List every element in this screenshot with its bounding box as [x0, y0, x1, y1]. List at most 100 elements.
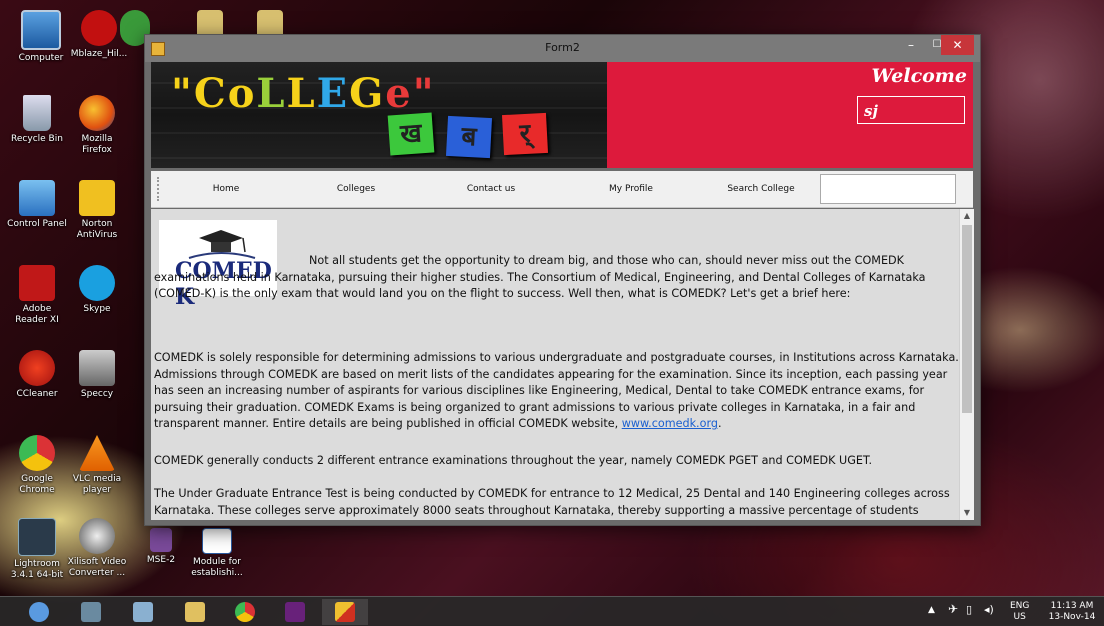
- archive-icon: [150, 528, 172, 552]
- paragraph-about: COMEDK is solely responsible for determi…: [154, 350, 959, 433]
- taskbar-visual-studio[interactable]: [272, 599, 318, 625]
- recycle-bin-icon: [23, 95, 51, 131]
- computer-icon: [21, 10, 61, 50]
- taskbar-search-app[interactable]: [16, 599, 62, 625]
- desktop-icon-computer[interactable]: Computer: [10, 10, 72, 64]
- comedk-website-link[interactable]: www.comedk.org: [622, 417, 718, 430]
- skype-icon: [79, 265, 115, 301]
- paragraph-intro: Not all students get the opportunity to …: [154, 254, 926, 300]
- desktop-icon-label: Computer: [18, 53, 64, 63]
- volume-icon[interactable]: ◂): [984, 604, 994, 615]
- scroll-up-arrow-icon[interactable]: ▲: [960, 209, 974, 223]
- desktop-icon-norton[interactable]: Norton AntiVirus: [66, 180, 128, 241]
- menu-item-home[interactable]: Home: [181, 171, 271, 207]
- taskbar-calculator-app[interactable]: [120, 599, 166, 625]
- desktop-icon-label: Xilisoft Video Converter ...: [67, 557, 127, 578]
- adobe-reader-icon: [19, 265, 55, 301]
- window-title: Form2: [545, 41, 580, 54]
- visual-studio-icon: [285, 602, 305, 622]
- menu-item-search-college[interactable]: Search College: [711, 171, 811, 207]
- paragraph-about-text: COMEDK is solely responsible for determi…: [154, 351, 959, 430]
- menu-item-contact-us[interactable]: Contact us: [441, 171, 541, 207]
- airplane-mode-icon[interactable]: ✈: [948, 603, 958, 615]
- search-college-input[interactable]: [820, 174, 956, 204]
- taskbar-chrome[interactable]: [222, 599, 268, 625]
- clock-date: 13-Nov-14: [1048, 612, 1096, 622]
- desktop-icon-label: Control Panel: [7, 219, 67, 229]
- chrome-icon: [235, 602, 255, 622]
- language-indicator[interactable]: ENG US: [1010, 601, 1029, 623]
- taskbar: ▲ ✈ ▯ ◂) ENG US 11:13 AM 13-Nov-14: [0, 596, 1104, 626]
- desktop-icon-firefox[interactable]: Mozilla Firefox: [66, 95, 128, 156]
- speccy-icon: [79, 350, 115, 386]
- paragraph-uget: The Under Graduate Entrance Test is bein…: [154, 487, 950, 517]
- header-banner: "CoLLEGe" ख ब र् Welcome sj: [151, 62, 973, 168]
- chrome-icon: [19, 435, 55, 471]
- desktop-icon-xilisoft[interactable]: Xilisoft Video Converter ...: [66, 518, 128, 579]
- folder-icon: [185, 602, 205, 622]
- clock-time: 11:13 AM: [1050, 601, 1094, 611]
- desktop-icon-ccleaner[interactable]: CCleaner: [6, 350, 68, 400]
- form-app-icon: [335, 602, 355, 622]
- desktop-icon-skype[interactable]: Skype: [66, 265, 128, 315]
- desktop-icon-label: Mozilla Firefox: [81, 134, 113, 155]
- pictures-icon: [81, 602, 101, 622]
- desktop-icon-recycle-bin[interactable]: Recycle Bin: [6, 95, 68, 145]
- menu-grip: [157, 177, 161, 201]
- desktop-icon-label: Adobe Reader XI: [15, 304, 59, 325]
- window-title-bar[interactable]: Form2 – ☐ ✕: [145, 35, 980, 62]
- paragraph-about-end: .: [717, 417, 722, 430]
- ccleaner-icon: [19, 350, 55, 386]
- mblaze-icon: [81, 10, 117, 46]
- scrollbar-thumb[interactable]: [962, 225, 972, 413]
- desktop-icon-chrome[interactable]: Google Chrome: [6, 435, 68, 496]
- lightroom-icon: [18, 518, 56, 556]
- taskbar-form2-app[interactable]: [322, 599, 368, 625]
- scroll-down-arrow-icon[interactable]: ▼: [960, 506, 974, 520]
- close-button[interactable]: ✕: [941, 35, 974, 55]
- desktop-icon-lightroom[interactable]: Lightroom 3.4.1 64-bit: [6, 518, 68, 581]
- username-display: sj: [857, 96, 965, 124]
- hindi-letter-2: ब: [445, 115, 493, 159]
- hindi-letter-3: र्: [501, 112, 549, 156]
- desktop-icon-module-doc[interactable]: Module for establishi...: [186, 528, 248, 579]
- desktop-icon-label: Google Chrome: [19, 474, 55, 495]
- desktop-icon-mse2[interactable]: MSE-2: [130, 528, 192, 566]
- magnifier-icon: [29, 602, 49, 622]
- desktop-icon-label: CCleaner: [16, 389, 58, 399]
- desktop-icon-label: Recycle Bin: [11, 134, 63, 144]
- norton-icon: [79, 180, 115, 216]
- taskbar-file-explorer[interactable]: [172, 599, 218, 625]
- desktop-icon-vlc[interactable]: VLC media player: [66, 435, 128, 496]
- firefox-icon: [79, 95, 115, 131]
- welcome-panel: Welcome sj: [607, 62, 973, 168]
- region-code: US: [1013, 612, 1026, 622]
- word-document-icon: [202, 528, 232, 554]
- minimize-button[interactable]: –: [897, 35, 925, 55]
- desktop-icon-label: Norton AntiVirus: [76, 219, 118, 240]
- menu-item-my-profile[interactable]: My Profile: [581, 171, 681, 207]
- college-logo-text: "CoLLEGe": [171, 70, 436, 117]
- language-code: ENG: [1010, 601, 1030, 611]
- hindi-letter-1: ख: [387, 112, 435, 156]
- taskbar-pictures-app[interactable]: [68, 599, 114, 625]
- paragraph-exams: COMEDK generally conducts 2 different en…: [154, 454, 873, 467]
- college-khabar-logo: "CoLLEGe" ख ब र्: [151, 62, 607, 168]
- desktop-icon-adobe-reader[interactable]: Adobe Reader XI: [6, 265, 68, 326]
- desktop-icon-speccy[interactable]: Speccy: [66, 350, 128, 400]
- desktop-icon-label: Lightroom 3.4.1 64-bit: [10, 559, 64, 580]
- desktop-icon-control-panel[interactable]: Control Panel: [6, 180, 68, 230]
- tray-show-hidden-icon[interactable]: ▲: [928, 605, 935, 616]
- battery-icon[interactable]: ▯: [966, 604, 972, 615]
- welcome-label: Welcome: [871, 65, 967, 87]
- clock[interactable]: 11:13 AM 13-Nov-14: [1044, 601, 1100, 623]
- control-panel-icon: [19, 180, 55, 216]
- menu-bar: Home Colleges Contact us My Profile Sear…: [151, 171, 973, 208]
- vlc-icon: [79, 435, 115, 471]
- content-scrollbar[interactable]: ▲ ▼: [959, 209, 974, 520]
- desktop-icon-label: Mblaze_Hil...: [70, 49, 128, 59]
- film-reel-icon: [79, 518, 115, 554]
- calculator-icon: [133, 602, 153, 622]
- menu-item-colleges[interactable]: Colleges: [311, 171, 401, 207]
- desktop-icon-label: MSE-2: [146, 555, 176, 565]
